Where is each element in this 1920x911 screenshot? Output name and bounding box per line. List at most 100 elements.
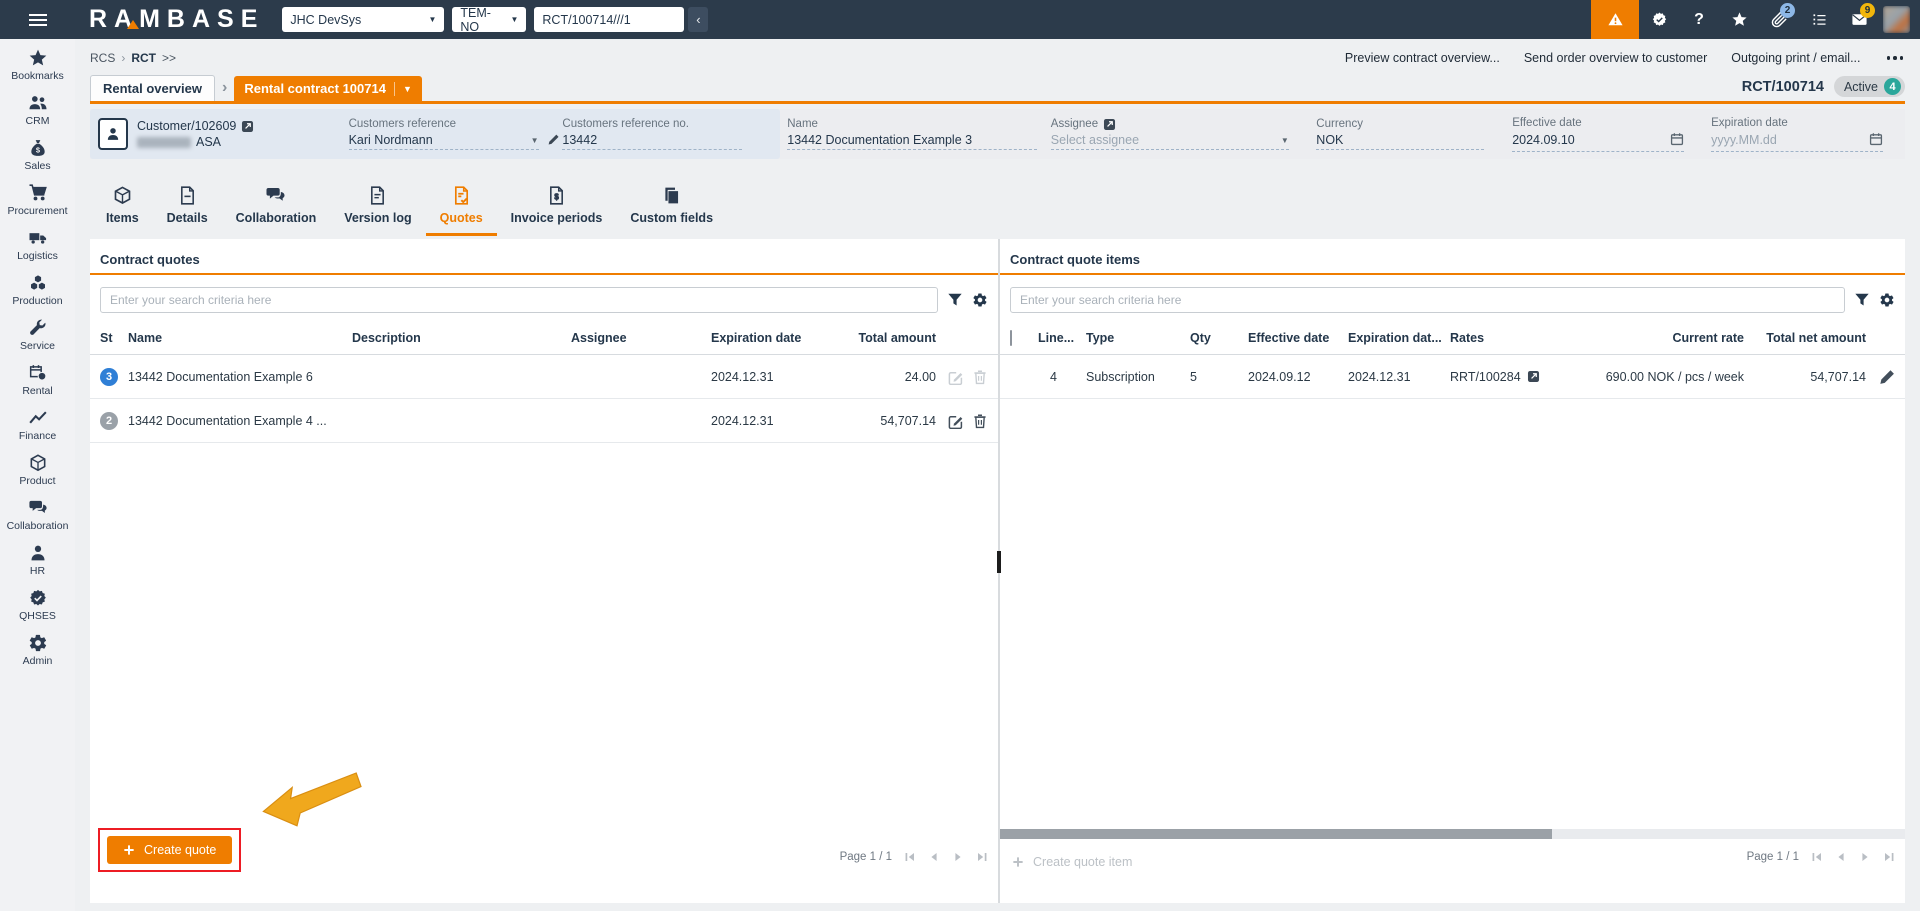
approvals-icon[interactable]	[1639, 0, 1679, 39]
currency-field: Currency NOK	[1316, 118, 1512, 150]
sidebar-item-rental[interactable]: Rental	[0, 363, 75, 408]
breadcrumb-current[interactable]: RCT	[131, 51, 156, 65]
effective-date-value[interactable]: 2024.09.10	[1512, 132, 1685, 152]
context-actions: Preview contract overview... Send order …	[1345, 51, 1905, 65]
assignee-field: Assignee Select assignee ▼	[1050, 118, 1317, 150]
tab-invoice-periods[interactable]: Invoice periods	[497, 183, 617, 236]
table-row[interactable]: 2 13442 Documentation Example 4 ... 2024…	[90, 399, 998, 443]
edit-icon[interactable]	[948, 413, 964, 429]
module-select[interactable]: TEM-NO ▼	[452, 6, 527, 34]
tab-rental-overview[interactable]: Rental overview	[90, 75, 215, 101]
quote-name: 13442 Documentation Example 6	[128, 369, 313, 384]
filter-icon[interactable]	[1854, 292, 1870, 308]
topbar-icon-cluster: ? 2 9	[1591, 0, 1920, 39]
trash-icon[interactable]	[972, 413, 988, 429]
table-row[interactable]: 4 Subscription 5 2024.09.12 2024.12.31 R…	[1000, 355, 1905, 399]
items-search-input[interactable]	[1010, 287, 1845, 313]
logo-accent-triangle	[127, 20, 139, 29]
expiration-date-value[interactable]: yyyy.MM.dd	[1711, 132, 1884, 152]
utility-row: RCS › RCT >> Preview contract overview..…	[90, 47, 1905, 69]
user-avatar[interactable]	[1883, 6, 1910, 33]
customers-reference-no-value[interactable]: 13442	[562, 133, 743, 150]
first-page-icon[interactable]	[904, 851, 916, 863]
outgoing-print-email-link[interactable]: Outgoing print / email...	[1731, 51, 1860, 65]
sidebar-item-logistics[interactable]: Logistics	[0, 228, 75, 273]
status-circle: 2	[100, 411, 118, 430]
sidebar-item-crm[interactable]: CRM	[0, 93, 75, 138]
table-row[interactable]: 3 13442 Documentation Example 6 2024.12.…	[90, 355, 998, 399]
sidebar-item-qhses[interactable]: QHSES	[0, 588, 75, 633]
tab-details[interactable]: Details	[153, 183, 222, 236]
sidebar-item-procurement[interactable]: Procurement	[0, 183, 75, 228]
horizontal-scrollbar[interactable]	[1000, 829, 1905, 839]
hamburger-menu-icon[interactable]	[0, 0, 75, 39]
sidebar-item-admin[interactable]: Admin	[0, 633, 75, 678]
status-count: 4	[1884, 78, 1901, 95]
collapse-search-button[interactable]: ‹	[688, 7, 709, 32]
main-area: RCS › RCT >> Preview contract overview..…	[75, 39, 1920, 911]
currency-value[interactable]: NOK	[1316, 133, 1485, 150]
sidebar-item-production[interactable]: Production	[0, 273, 75, 318]
external-link-icon[interactable]	[1103, 118, 1115, 130]
sidebar-item-service[interactable]: Service	[0, 318, 75, 363]
sidebar-item-sales[interactable]: Sales	[0, 138, 75, 183]
sidebar-item-hr[interactable]: HR	[0, 543, 75, 588]
task-list-icon[interactable]	[1799, 0, 1839, 39]
tab-custom-fields[interactable]: Custom fields	[616, 183, 727, 236]
annotation-highlight-box: Create quote	[98, 828, 242, 872]
more-actions-icon[interactable]	[1885, 52, 1906, 64]
last-page-icon[interactable]	[1883, 851, 1895, 863]
tab-rental-contract[interactable]: Rental contract 100714 ▼	[234, 76, 422, 101]
tab-version-log[interactable]: Version log	[330, 183, 425, 236]
attachments-badge: 2	[1780, 3, 1795, 18]
last-page-icon[interactable]	[976, 851, 988, 863]
favorites-icon[interactable]	[1719, 0, 1759, 39]
attachments-icon[interactable]: 2	[1759, 0, 1799, 39]
contract-quotes-panel: Contract quotes St Name Description Assi…	[90, 239, 998, 903]
edit-reference-icon[interactable]	[547, 133, 560, 146]
contract-name-value[interactable]: 13442 Documentation Example 3	[787, 133, 1038, 150]
breadcrumb-root[interactable]: RCS	[90, 51, 115, 65]
tab-quotes[interactable]: Quotes	[425, 183, 497, 236]
chevron-down-icon[interactable]: ▼	[1281, 136, 1289, 145]
tab-collaboration[interactable]: Collaboration	[222, 183, 331, 236]
status-badge[interactable]: Active 4	[1833, 76, 1905, 97]
next-page-icon[interactable]	[952, 851, 964, 863]
sidebar-item-bookmarks[interactable]: Bookmarks	[0, 48, 75, 93]
pencil-icon[interactable]	[1879, 369, 1895, 385]
item-rates-link[interactable]: RRT/100284	[1450, 370, 1521, 384]
send-order-overview-link[interactable]: Send order overview to customer	[1524, 51, 1707, 65]
external-link-icon[interactable]	[1527, 370, 1540, 383]
chevron-down-icon[interactable]: ▼	[531, 136, 539, 145]
external-link-icon[interactable]	[241, 120, 254, 133]
breadcrumb-more[interactable]: >>	[162, 51, 176, 65]
messages-icon[interactable]: 9	[1839, 0, 1879, 39]
assignee-value[interactable]: Select assignee ▼	[1050, 133, 1289, 150]
previous-page-icon[interactable]	[1835, 851, 1847, 863]
next-page-icon[interactable]	[1859, 851, 1871, 863]
first-page-icon[interactable]	[1811, 851, 1823, 863]
sidebar-item-collaboration[interactable]: Collaboration	[0, 498, 75, 543]
chevron-down-icon[interactable]: ▼	[403, 84, 412, 94]
document-search-input[interactable]	[534, 7, 685, 32]
quotes-search-input[interactable]	[100, 287, 938, 313]
item-total-net-amount: 54,707.14	[1810, 369, 1866, 384]
filter-icon[interactable]	[947, 292, 963, 308]
warnings-button[interactable]	[1591, 0, 1639, 39]
customer-link[interactable]: Customer/102609	[137, 119, 254, 133]
gear-icon[interactable]	[1879, 292, 1895, 308]
sidebar-item-product[interactable]: Product	[0, 453, 75, 498]
system-select[interactable]: JHC DevSys ▼	[282, 7, 445, 32]
previous-page-icon[interactable]	[928, 851, 940, 863]
tab-items[interactable]: Items	[92, 183, 153, 236]
help-icon[interactable]: ?	[1679, 0, 1719, 39]
create-quote-button[interactable]: Create quote	[107, 836, 233, 864]
calendar-icon[interactable]	[1670, 132, 1684, 149]
calendar-icon[interactable]	[1869, 132, 1883, 149]
customers-reference-value[interactable]: Kari Nordmann ▼	[348, 133, 539, 150]
scrollbar-thumb[interactable]	[1000, 829, 1553, 839]
select-all-checkbox[interactable]	[1010, 329, 1012, 346]
sidebar-item-finance[interactable]: Finance	[0, 408, 75, 453]
preview-contract-overview-link[interactable]: Preview contract overview...	[1345, 51, 1500, 65]
gear-icon[interactable]	[972, 292, 988, 308]
